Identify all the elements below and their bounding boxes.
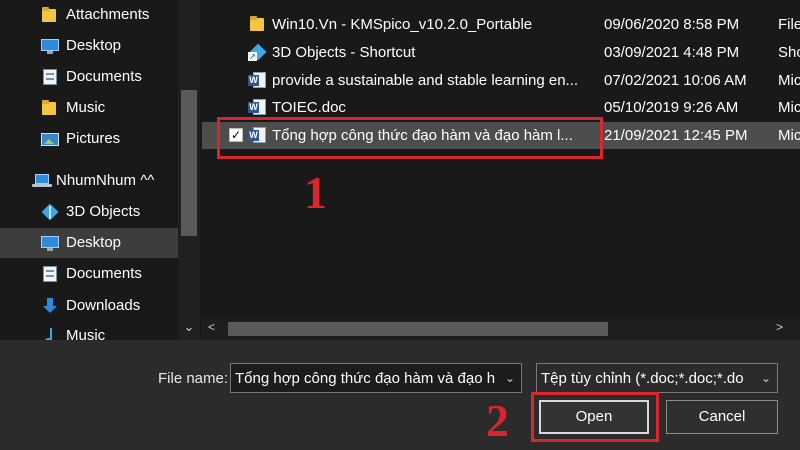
nav-item-label: Music: [66, 99, 106, 116]
cancel-button[interactable]: Cancel: [666, 400, 778, 434]
dialog-footer: File name: Tổng hợp công thức đạo hàm và…: [0, 340, 800, 450]
file-date: 09/06/2020 8:58 PM: [604, 16, 740, 33]
file-row[interactable]: Win10.Vn - KMSpico_v10.2.0_Portable 09/0…: [202, 11, 800, 38]
file-type-select[interactable]: Tệp tùy chỉnh (*.doc;*.doc;*.do ⌄: [536, 363, 778, 393]
file-type: Mic: [778, 127, 800, 144]
nav-item-desktop-selected[interactable]: Desktop: [0, 228, 178, 258]
nav-item-label: Attachments: [66, 6, 150, 23]
file-list: Win10.Vn - KMSpico_v10.2.0_Portable 09/0…: [202, 0, 800, 340]
laptop-icon: [32, 172, 52, 190]
document-icon: [40, 265, 60, 283]
file-date: 03/09/2021 4:48 PM: [604, 44, 740, 61]
cube-icon: [40, 203, 60, 221]
nav-item-desktop[interactable]: Desktop: [0, 31, 178, 61]
file-date: 05/10/2019 9:26 AM: [604, 99, 739, 116]
nav-item-3d-objects[interactable]: 3D Objects: [0, 197, 178, 227]
scroll-left-icon[interactable]: <: [208, 320, 215, 334]
nav-item-downloads[interactable]: Downloads: [0, 291, 178, 321]
nav-item-label: Desktop: [66, 37, 122, 54]
nav-item-label: 3D Objects: [66, 203, 141, 220]
nav-item-attachments[interactable]: Attachments: [0, 0, 178, 30]
file-date: 07/02/2021 10:06 AM: [604, 72, 747, 89]
nav-item-documents-pc[interactable]: Documents: [0, 259, 178, 289]
file-type: Sho: [778, 44, 800, 61]
file-name-input[interactable]: Tổng hợp công thức đạo hàm và đạo h: [235, 370, 497, 387]
nav-item-music[interactable]: Music: [0, 93, 178, 123]
horizontal-scrollbar[interactable]: < >: [202, 318, 800, 340]
file-type: File: [778, 16, 800, 33]
file-name-label: File name:: [158, 370, 229, 387]
file-name: TOIEC.doc: [272, 99, 346, 116]
nav-item-pictures[interactable]: Pictures: [0, 124, 178, 154]
folder-icon: [40, 6, 60, 24]
nav-item-label: Desktop: [66, 234, 122, 251]
file-name-combobox[interactable]: Tổng hợp công thức đạo hàm và đạo h ⌄: [230, 363, 522, 393]
word-doc-icon: [248, 98, 268, 116]
nav-item-this-pc[interactable]: NhumNhum ^^: [0, 166, 178, 196]
nav-item-label: Documents: [66, 265, 142, 282]
folder-icon: [248, 15, 268, 33]
file-type: Mic: [778, 72, 800, 89]
file-type-value: Tệp tùy chỉnh (*.doc;*.doc;*.do: [541, 370, 744, 387]
scroll-right-icon[interactable]: >: [776, 320, 783, 334]
file-row[interactable]: provide a sustainable and stable learnin…: [202, 67, 800, 94]
folder-icon: [40, 99, 60, 117]
monitor-icon: [40, 37, 60, 55]
navigation-pane: Attachments Desktop Documents Music Pict…: [0, 0, 200, 340]
annotation-step-2: 2: [486, 395, 509, 446]
annotation-highlight-file: [217, 117, 603, 159]
file-row[interactable]: 3D Objects - Shortcut 03/09/2021 4:48 PM…: [202, 39, 800, 66]
nav-item-label: Music: [66, 327, 106, 340]
file-date: 21/09/2021 12:45 PM: [604, 127, 748, 144]
document-icon: [40, 68, 60, 86]
file-name: Win10.Vn - KMSpico_v10.2.0_Portable: [272, 16, 533, 33]
file-name: provide a sustainable and stable learnin…: [272, 72, 579, 89]
file-type: Mic: [778, 99, 800, 116]
horizontal-scrollbar-thumb[interactable]: [228, 322, 608, 336]
chevron-down-icon[interactable]: ⌄: [757, 368, 775, 388]
annotation-step-1: 1: [304, 167, 327, 218]
file-name: 3D Objects - Shortcut: [272, 44, 416, 61]
scroll-down-icon[interactable]: ⌄: [181, 318, 197, 336]
nav-item-label: Documents: [66, 68, 142, 85]
nav-item-label: Pictures: [66, 130, 121, 147]
nav-item-music-pc[interactable]: Music: [0, 321, 178, 340]
nav-item-label: Downloads: [66, 297, 141, 314]
monitor-icon: [40, 234, 60, 252]
cube-shortcut-icon: [248, 43, 268, 61]
music-note-icon: [40, 327, 60, 340]
pictures-icon: [40, 130, 60, 148]
nav-item-label: NhumNhum ^^: [56, 172, 155, 189]
download-arrow-icon: [40, 297, 60, 315]
sidebar-scrollbar-thumb[interactable]: [181, 90, 197, 236]
annotation-highlight-open: [531, 392, 659, 442]
word-doc-icon: [248, 71, 268, 89]
nav-item-documents[interactable]: Documents: [0, 62, 178, 92]
chevron-down-icon[interactable]: ⌄: [501, 368, 519, 388]
